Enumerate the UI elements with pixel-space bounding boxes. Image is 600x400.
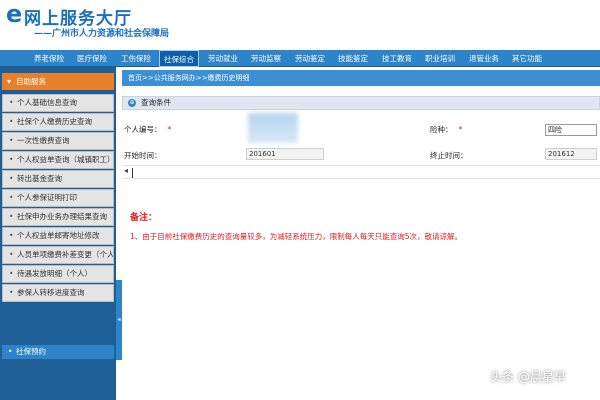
- nav-labor-inspection[interactable]: 劳动监察: [246, 50, 286, 67]
- watermark: 头条 @晨星早: [490, 370, 566, 384]
- nav-technical-education[interactable]: 技工教育: [377, 50, 417, 67]
- note-title: 备注：: [130, 213, 158, 223]
- nav-employment[interactable]: 劳动就业: [203, 50, 243, 67]
- breadcrumb: 首页>>公共服务网办>>缴费历史明细: [122, 70, 600, 86]
- sidebar-item-one-time-payment[interactable]: 一次性缴费查询: [2, 132, 114, 150]
- nav-injury[interactable]: 工伤保险: [116, 50, 156, 67]
- main-nav: 养老保险 医疗保险 工伤保险 社保综合 劳动就业 劳动监察 劳动鉴定 技能鉴定 …: [0, 50, 600, 67]
- person-no-label: 个人编号： *: [124, 125, 172, 134]
- sidebar-section-self-service[interactable]: 自助服务: [2, 73, 114, 90]
- nav-vocational-training[interactable]: 职业培训: [420, 50, 460, 67]
- sidebar-item-rights-statement[interactable]: 个人权益单查询（城镇职工）: [2, 151, 114, 169]
- sidebar-item-insurance-certificate[interactable]: 个人参保证明打印: [2, 189, 114, 207]
- start-time-input[interactable]: 201601: [246, 148, 324, 160]
- site-logo-icon: e: [6, 0, 23, 28]
- sidebar-item-basic-info[interactable]: 个人基础信息查询: [2, 94, 114, 112]
- nav-skill-appraisal[interactable]: 技能鉴定: [333, 50, 373, 67]
- sidebar-list: 个人基础信息查询 社保个人缴费历史查询 一次性缴费查询 个人权益单查询（城镇职工…: [2, 94, 114, 303]
- sidebar-collapse-handle[interactable]: ◂: [116, 280, 122, 360]
- sidebar-item-payment-change[interactable]: 人员单项缴费补差变更（个人）: [2, 246, 114, 264]
- nav-retirement[interactable]: 退管业务: [464, 50, 504, 67]
- note-text: 1、由于目前社保缴费历史的查询量较多，为减轻系统压力，限制每人每天只能查询5次，…: [130, 232, 463, 241]
- nav-labor-appraisal[interactable]: 劳动鉴定: [290, 50, 330, 67]
- scroll-left-icon[interactable]: ◂: [124, 166, 128, 175]
- end-time-label: 终止时间：: [430, 151, 468, 160]
- required-mark: *: [167, 125, 172, 134]
- sidebar-item-benefit-details[interactable]: 待遇发放明细（个人）: [2, 265, 114, 283]
- text-cursor: [132, 168, 133, 178]
- sidebar-item-payment-history[interactable]: 社保个人缴费历史查询: [2, 113, 114, 131]
- insurance-type-label: 险种： *: [430, 125, 463, 134]
- site-header: e 网上服务大厅 ——广州市人力资源和社会保障局: [0, 0, 600, 50]
- query-conditions-header: ⊕ 查询条件: [122, 96, 600, 110]
- query-conditions-label: 查询条件: [141, 98, 171, 107]
- sidebar-item-application-result[interactable]: 社保申办业务办理结果查询: [2, 208, 114, 226]
- start-time-label: 开始时间：: [124, 151, 162, 160]
- required-mark: *: [458, 125, 463, 134]
- nav-medical[interactable]: 医疗保险: [72, 50, 112, 67]
- nav-pension[interactable]: 养老保险: [30, 50, 68, 67]
- insurance-type-select[interactable]: 四险: [545, 124, 597, 136]
- sidebar-item-transfer-progress[interactable]: 参保人转移进度查询: [2, 284, 114, 302]
- site-subtitle: ——广州市人力资源和社会保障局: [34, 29, 170, 39]
- expand-icon[interactable]: ⊕: [128, 99, 136, 107]
- sidebar-item-appointment[interactable]: 社保预约: [2, 345, 114, 359]
- person-no-field-redacted[interactable]: [248, 113, 298, 143]
- sidebar-item-fund-transfer[interactable]: 转出基金查询: [2, 170, 114, 188]
- nav-social-general[interactable]: 社保综合: [159, 50, 199, 67]
- sidebar-item-mailing-address[interactable]: 个人权益单邮寄地址修改: [2, 227, 114, 245]
- end-time-input[interactable]: 201612: [545, 148, 597, 160]
- results-bar: [122, 165, 600, 179]
- nav-other[interactable]: 其它功能: [507, 50, 547, 67]
